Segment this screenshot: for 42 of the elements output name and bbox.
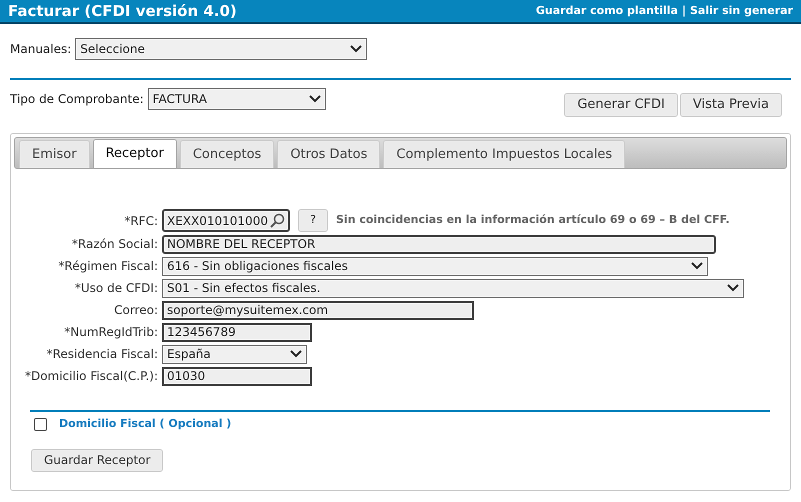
select-field[interactable]: España xyxy=(162,344,307,364)
input-field[interactable]: soporte@mysuitemex.com xyxy=(162,300,474,320)
chevron-down-icon xyxy=(691,262,703,270)
input-field[interactable]: 123456789 xyxy=(162,322,312,342)
field-label: *Residencia Fiscal: xyxy=(46,346,158,363)
field-label: *NumRegIdTrib: xyxy=(63,324,158,341)
select-field[interactable]: 616 - Sin obligaciones fiscales xyxy=(162,256,708,276)
tab[interactable]: Conceptos xyxy=(180,140,274,168)
field-label: *Uso de CFDI: xyxy=(74,280,158,297)
chevron-down-icon xyxy=(350,45,362,53)
field-label: *Razón Social: xyxy=(70,236,158,253)
field-label: *RFC: xyxy=(123,212,158,230)
page-title: Facturar (CFDI versión 4.0) xyxy=(8,0,237,22)
status-text: Sin coincidencias en la información artículo 69 o 69 – B del CFF. xyxy=(336,212,730,228)
search-icon xyxy=(270,213,285,228)
save-button[interactable]: Guardar Receptor xyxy=(31,448,164,472)
field-label: *Domicilio Fiscal(C.P.): xyxy=(24,368,158,385)
separator-text: | xyxy=(682,2,686,19)
select-field[interactable]: Seleccione xyxy=(75,38,368,60)
chevron-down-icon xyxy=(290,350,302,358)
field-label: Tipo de Comprobante: xyxy=(10,91,144,108)
section-link[interactable]: Domicilio Fiscal ( Opcional ) xyxy=(59,416,232,432)
search-field[interactable]: XEXX010101000 xyxy=(162,209,290,232)
input-field[interactable]: 01030 xyxy=(162,366,312,386)
chevron-down-icon xyxy=(727,284,739,292)
action-button[interactable]: Vista Previa xyxy=(680,93,782,117)
action-button[interactable]: Generar CFDI xyxy=(564,93,678,117)
checkbox[interactable] xyxy=(34,418,47,431)
header-link[interactable]: Guardar como plantilla xyxy=(536,2,678,20)
help-button[interactable]: ? xyxy=(298,209,328,232)
select-field[interactable]: FACTURA xyxy=(148,88,326,110)
field-label: *Régimen Fiscal: xyxy=(57,258,158,275)
field-label: Manuales: xyxy=(10,41,72,58)
tab[interactable]: Receptor xyxy=(92,139,177,168)
header-link[interactable]: Salir sin generar xyxy=(690,2,793,20)
tab[interactable]: Complemento Impuestos Locales xyxy=(383,140,626,168)
tab[interactable]: Emisor xyxy=(19,140,90,168)
tab[interactable]: Otros Datos xyxy=(277,140,380,168)
chevron-down-icon xyxy=(308,95,321,103)
select-field[interactable]: S01 - Sin efectos fiscales. xyxy=(162,278,744,298)
input-field[interactable]: NOMBRE DEL RECEPTOR xyxy=(162,234,716,254)
field-label: Correo: xyxy=(113,302,158,319)
